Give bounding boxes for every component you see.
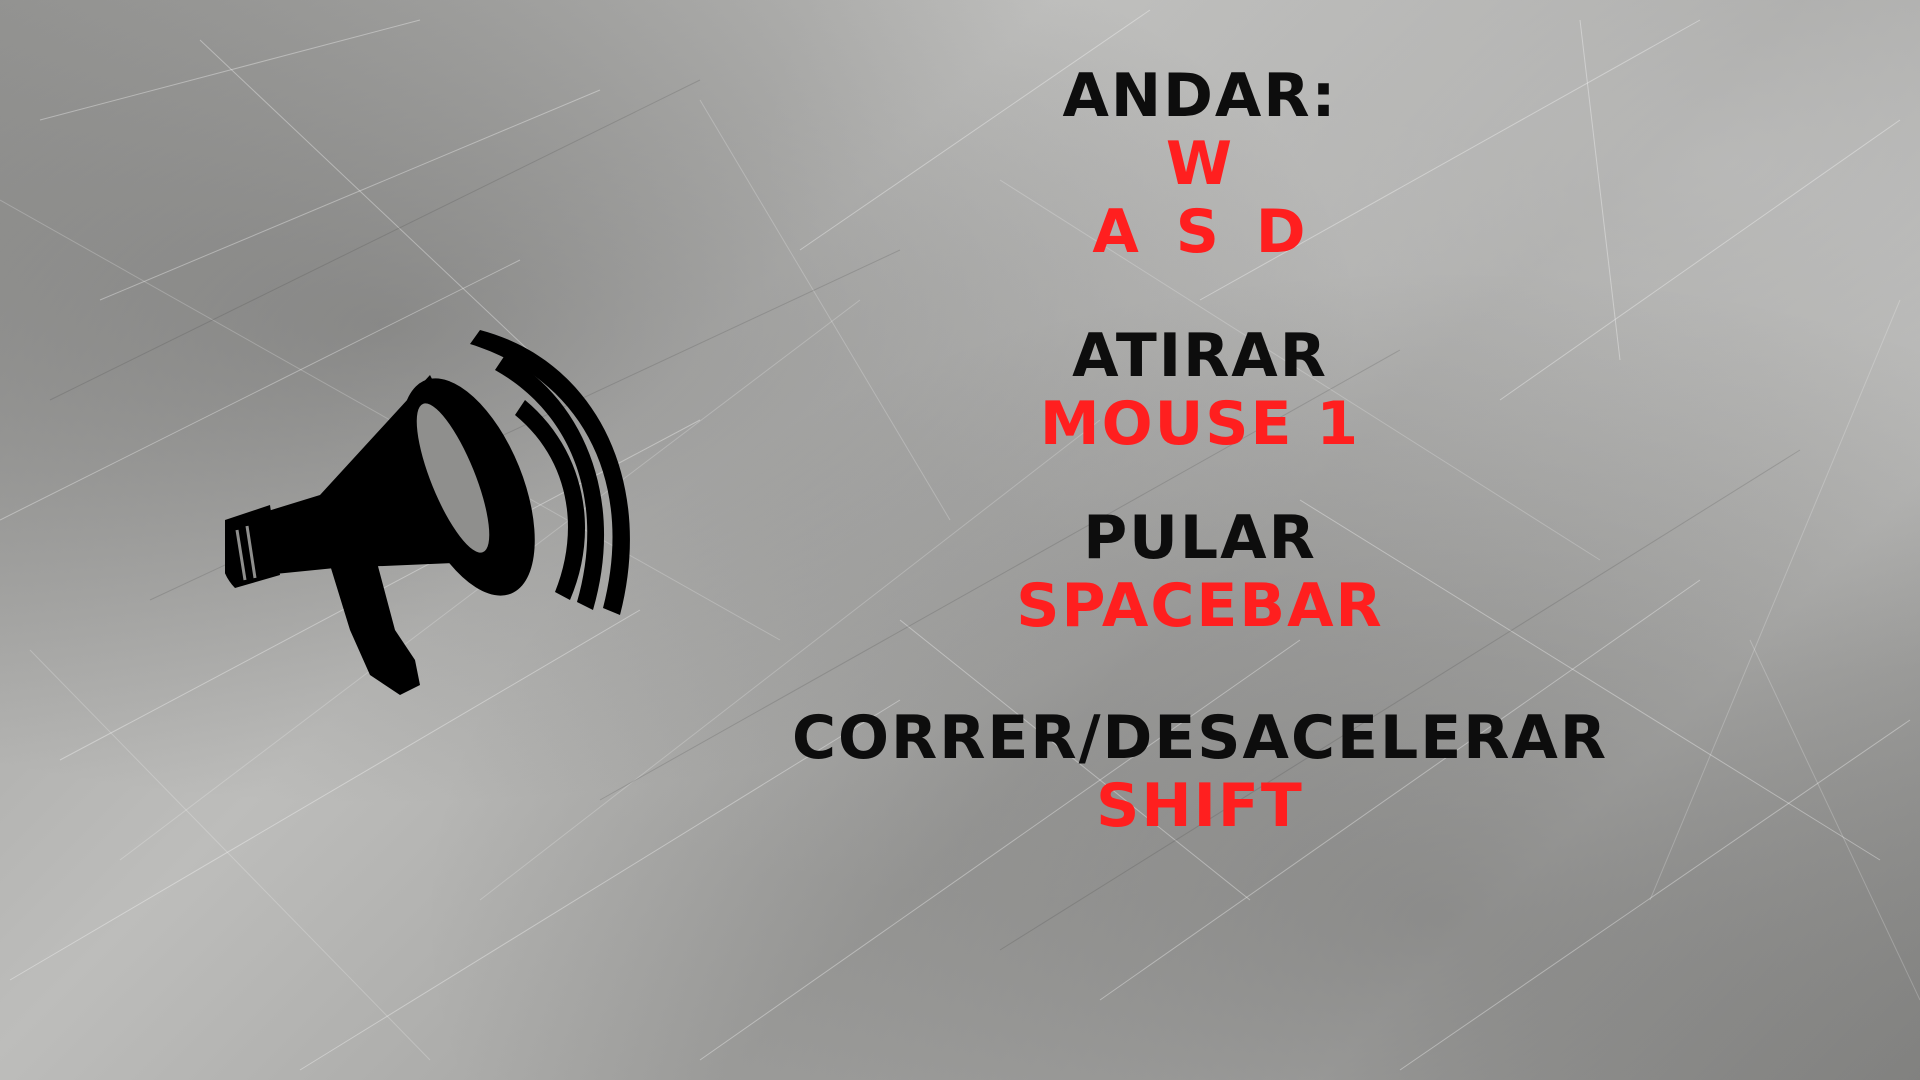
controls-list: ANDAR: W A S D ATIRAR MOUSE 1 PULAR SPAC… bbox=[700, 62, 1700, 896]
control-run-decelerate: CORRER/DESACELERAR SHIFT bbox=[700, 704, 1700, 840]
control-key: MOUSE 1 bbox=[1039, 389, 1361, 459]
control-action-label: ANDAR: bbox=[1062, 61, 1338, 131]
control-action-label: CORRER/DESACELERAR bbox=[791, 703, 1609, 773]
control-action-label: PULAR bbox=[1083, 503, 1317, 573]
control-key: A S D bbox=[1092, 197, 1308, 267]
control-jump: PULAR SPACEBAR bbox=[700, 504, 1700, 640]
megaphone-icon bbox=[225, 330, 630, 695]
control-key: W bbox=[1165, 129, 1235, 199]
control-action-label: ATIRAR bbox=[1072, 321, 1328, 391]
control-key: SHIFT bbox=[1096, 771, 1304, 841]
control-walk: ANDAR: W A S D bbox=[700, 62, 1700, 266]
control-shoot: ATIRAR MOUSE 1 bbox=[700, 322, 1700, 458]
controls-screen: { "controls": [ { "action": "ANDAR:", "k… bbox=[0, 0, 1920, 1080]
control-key: SPACEBAR bbox=[1016, 571, 1384, 641]
